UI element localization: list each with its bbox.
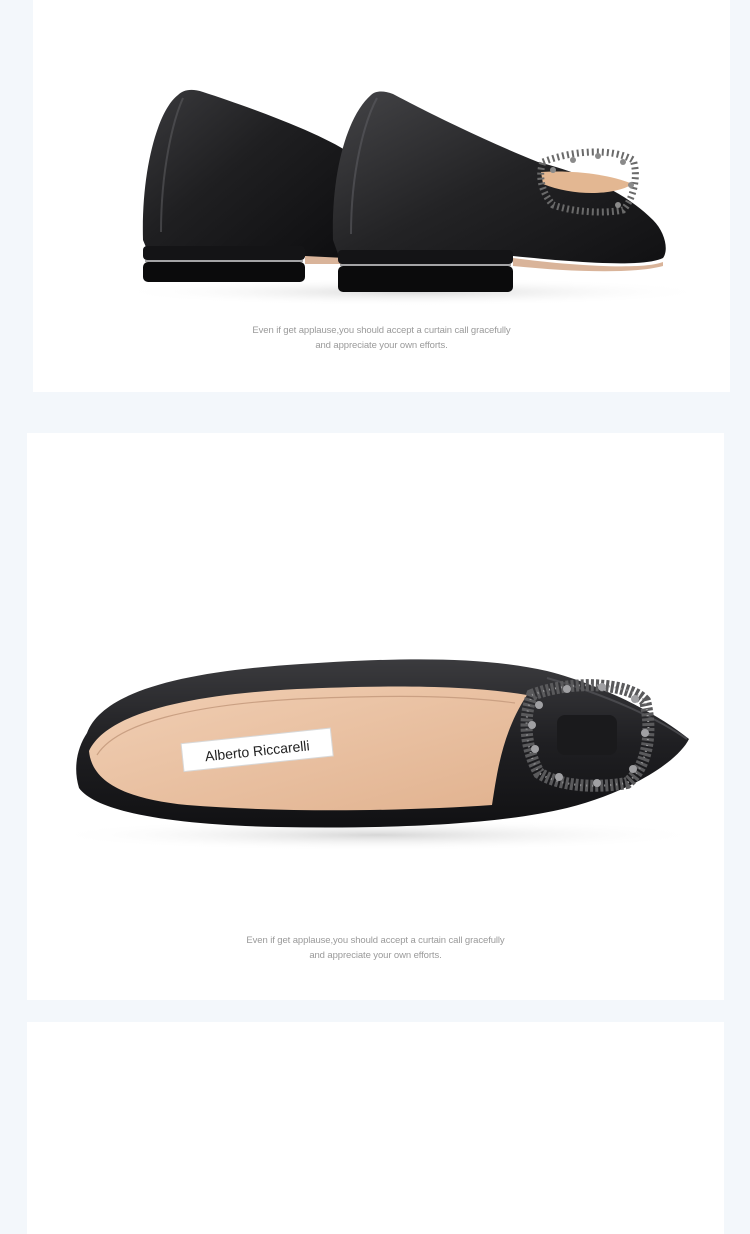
shoe-side-view-image: Alberto Riccarelli xyxy=(47,659,707,851)
caption: Even if get applause,you should accept a… xyxy=(33,323,730,353)
caption: Even if get applause,you should accept a… xyxy=(27,933,724,963)
right-shoe-rear xyxy=(332,91,666,292)
product-photo-card-side: Alberto Riccarelli Even if get applause,… xyxy=(27,433,724,1000)
caption-line-1: Even if get applause,you should accept a… xyxy=(246,935,505,946)
product-photo-card-blank xyxy=(27,1022,724,1234)
left-shoe-rear xyxy=(142,89,345,282)
caption-line-2: and appreciate your own efforts. xyxy=(315,340,448,351)
caption-line-1: Even if get applause,you should accept a… xyxy=(252,325,511,336)
caption-line-2: and appreciate your own efforts. xyxy=(309,950,442,961)
product-photo-card-rear: Even if get applause,you should accept a… xyxy=(33,0,730,392)
